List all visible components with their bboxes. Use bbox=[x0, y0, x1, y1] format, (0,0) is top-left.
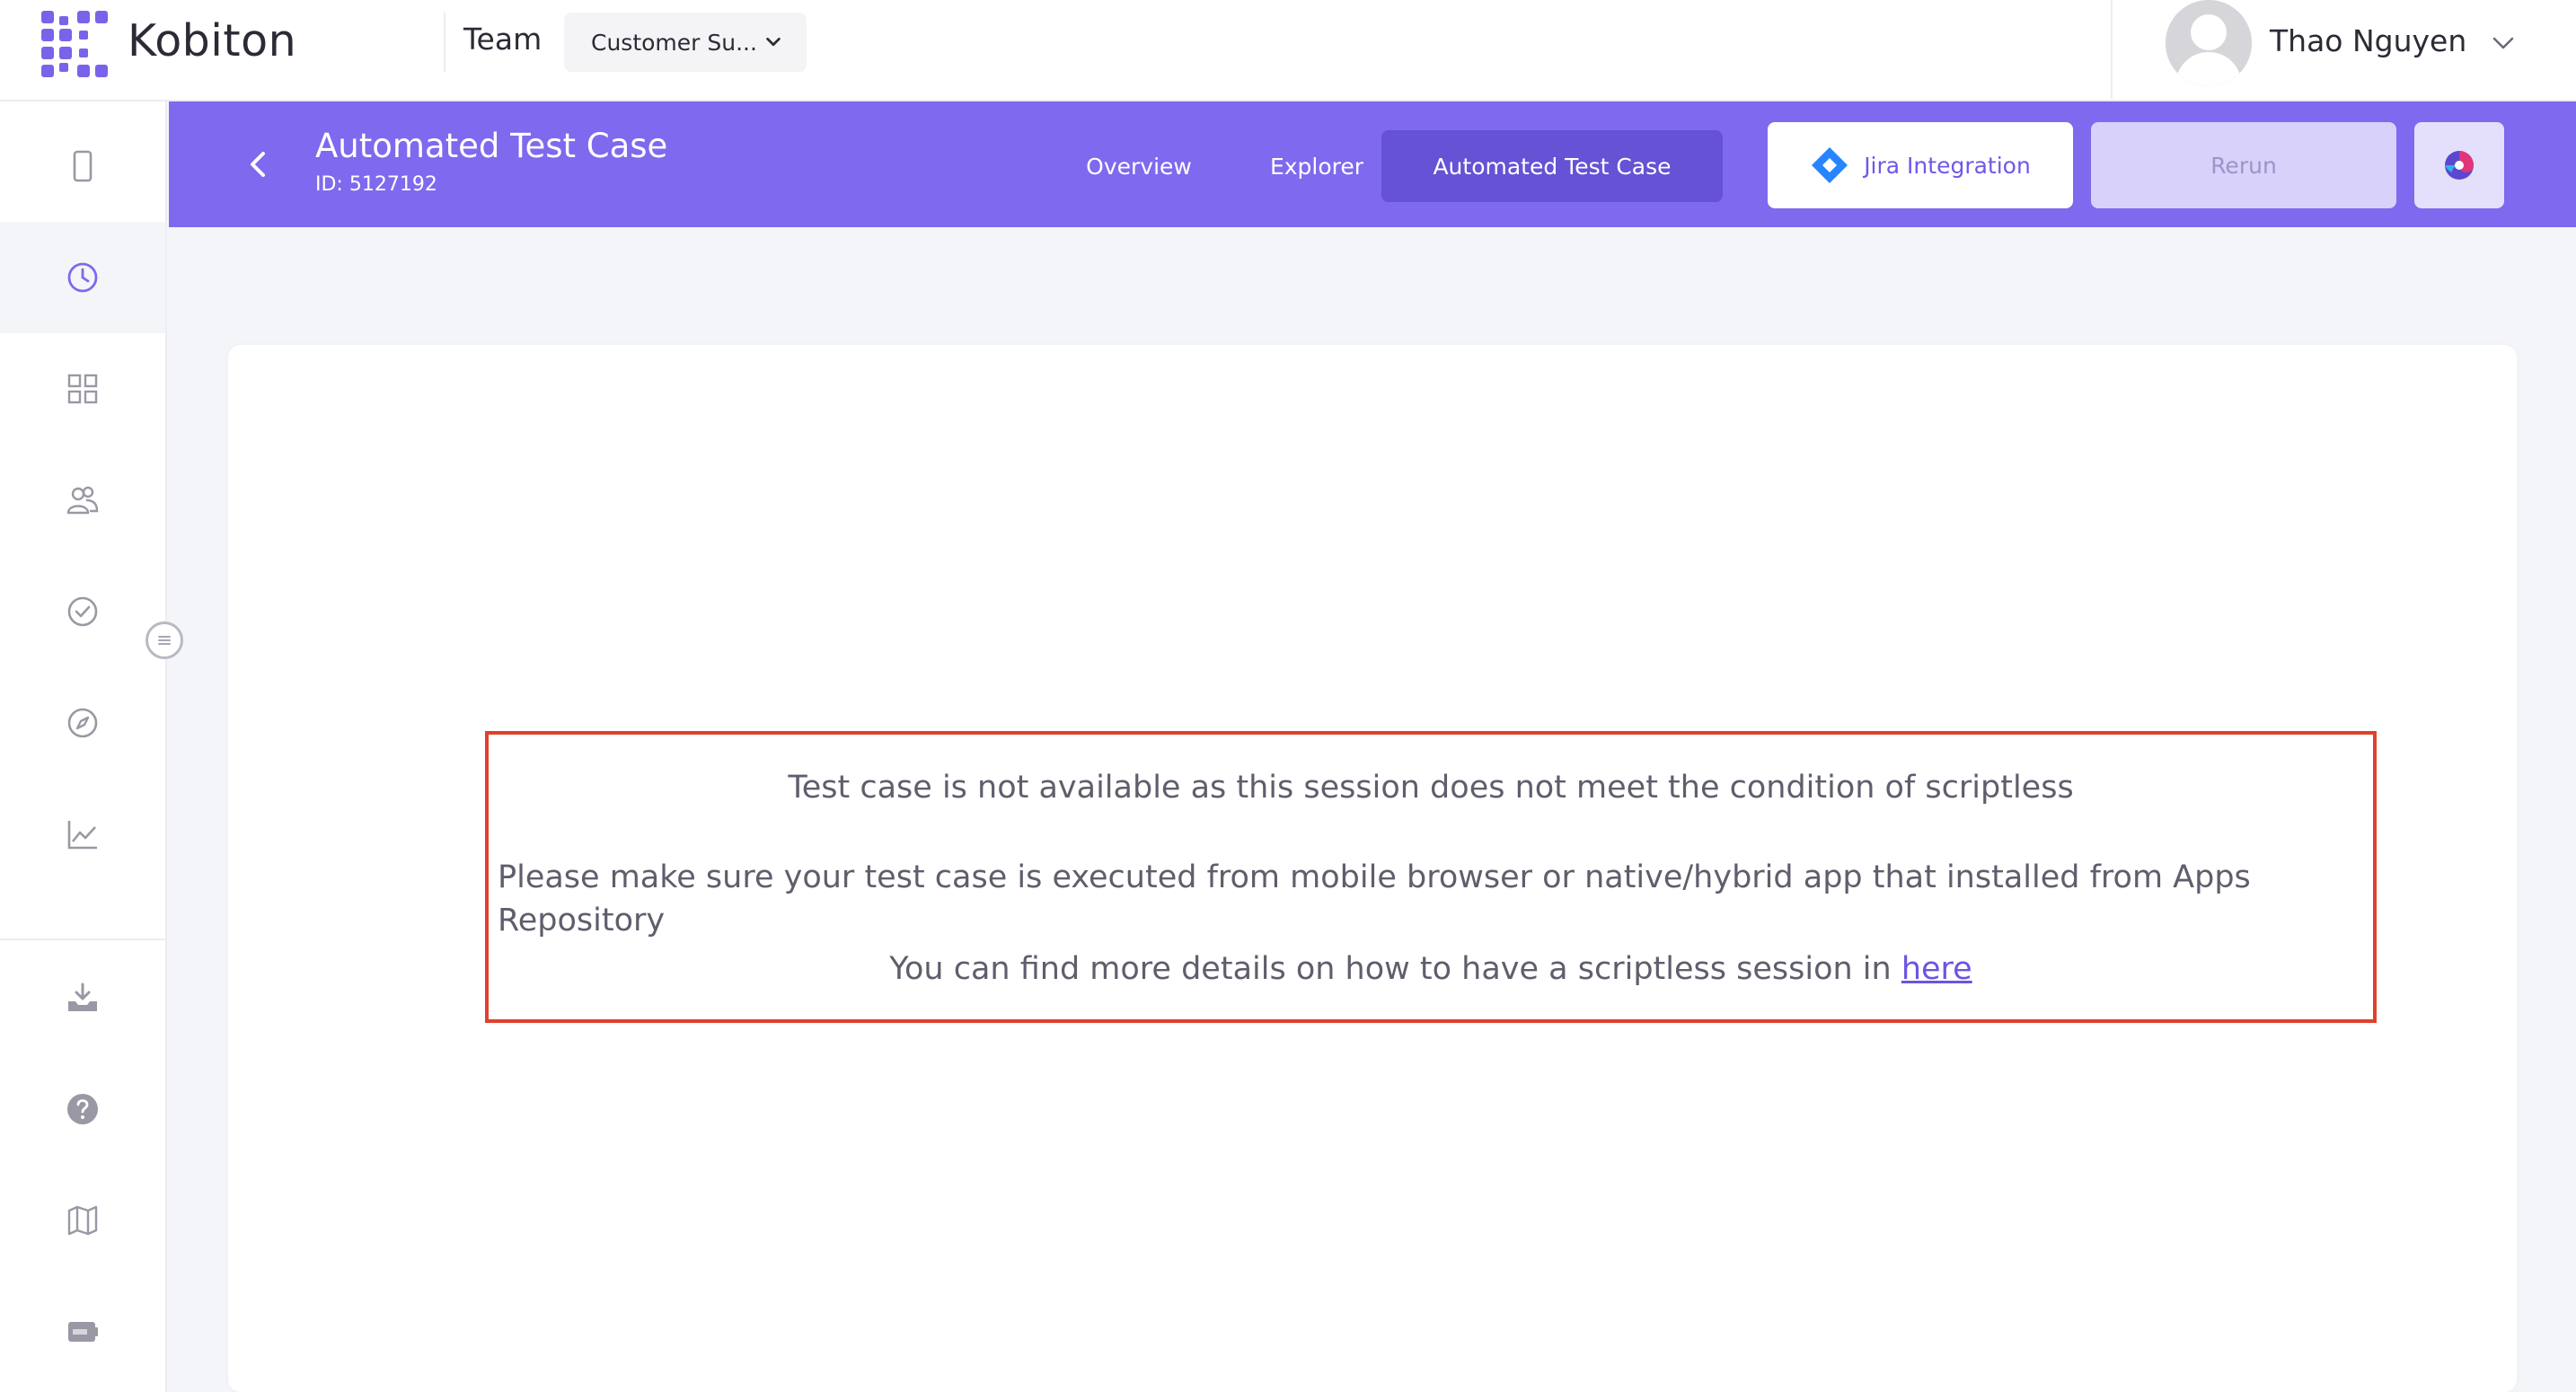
page-title: Automated Test Case bbox=[315, 127, 668, 165]
notice-line-3: You can find more details on how to have… bbox=[489, 947, 2373, 991]
chart-icon bbox=[67, 821, 97, 850]
sidebar bbox=[0, 101, 167, 1392]
team-label: Team bbox=[463, 22, 543, 57]
grid-icon bbox=[67, 374, 98, 404]
sidebar-divider bbox=[0, 938, 165, 940]
notice-line-3-text: You can find more details on how to have… bbox=[889, 951, 1901, 987]
scriptless-notice: Test case is not available as this sessi… bbox=[485, 731, 2377, 1023]
download-tray-icon bbox=[68, 982, 97, 1011]
user-name[interactable]: Thao Nguyen bbox=[2270, 20, 2466, 63]
sidebar-item-download[interactable] bbox=[0, 942, 165, 1053]
chevron-down-icon bbox=[766, 37, 781, 47]
avatar[interactable] bbox=[2166, 0, 2252, 86]
question-icon bbox=[67, 1094, 98, 1124]
jira-integration-label: Jira Integration bbox=[1864, 152, 2031, 179]
clock-icon bbox=[67, 262, 98, 293]
sidebar-item-help[interactable] bbox=[0, 1053, 165, 1165]
tab-automated-test-case[interactable]: Automated Test Case bbox=[1381, 130, 1723, 202]
sidebar-item-explorer[interactable] bbox=[0, 667, 165, 779]
jira-icon bbox=[1812, 147, 1848, 183]
users-icon bbox=[66, 486, 99, 515]
sidebar-item-test-runs[interactable] bbox=[0, 556, 165, 667]
sidebar-item-api[interactable] bbox=[0, 1276, 165, 1388]
menu-lines-icon bbox=[158, 636, 171, 645]
back-arrow-icon[interactable] bbox=[241, 146, 277, 182]
divider bbox=[2111, 0, 2113, 99]
session-header: Automated Test Case ID: 5127192 Overview… bbox=[169, 101, 2576, 227]
extension-button[interactable] bbox=[2414, 122, 2504, 208]
check-circle-icon bbox=[67, 596, 98, 627]
tab-overview[interactable]: Overview bbox=[1024, 130, 1254, 202]
sidebar-item-sessions[interactable] bbox=[0, 222, 165, 333]
top-bar: Kobiton Team Customer Su... Thao Nguyen bbox=[0, 0, 2576, 101]
team-select-value: Customer Su... bbox=[591, 29, 757, 56]
kobiton-logo-icon[interactable] bbox=[41, 11, 108, 77]
team-select[interactable]: Customer Su... bbox=[564, 13, 807, 72]
sidebar-item-apps[interactable] bbox=[0, 333, 165, 445]
map-icon bbox=[67, 1205, 98, 1236]
rerun-button[interactable]: Rerun bbox=[2091, 122, 2396, 208]
sidebar-item-analytics[interactable] bbox=[0, 779, 165, 890]
sidebar-item-devices[interactable] bbox=[0, 110, 165, 222]
api-card-icon bbox=[68, 1322, 98, 1342]
notice-line-1: Test case is not available as this sessi… bbox=[788, 770, 2074, 806]
jira-integration-button[interactable]: Jira Integration bbox=[1768, 122, 2073, 208]
here-link[interactable]: here bbox=[1901, 951, 1972, 987]
mobile-device-icon bbox=[73, 150, 93, 182]
tab-explorer[interactable]: Explorer bbox=[1227, 130, 1407, 202]
brand-name: Kobiton bbox=[128, 15, 297, 66]
sidebar-item-team[interactable] bbox=[0, 445, 165, 556]
divider bbox=[444, 13, 446, 72]
swirl-logo-icon bbox=[2445, 151, 2474, 180]
compass-icon bbox=[67, 708, 98, 738]
sidebar-collapse-toggle[interactable] bbox=[146, 621, 183, 659]
notice-line-2: Please make sure your test case is execu… bbox=[498, 859, 2251, 938]
session-id: ID: 5127192 bbox=[315, 173, 437, 196]
chevron-down-icon[interactable] bbox=[2490, 30, 2517, 57]
sidebar-item-map[interactable] bbox=[0, 1165, 165, 1276]
